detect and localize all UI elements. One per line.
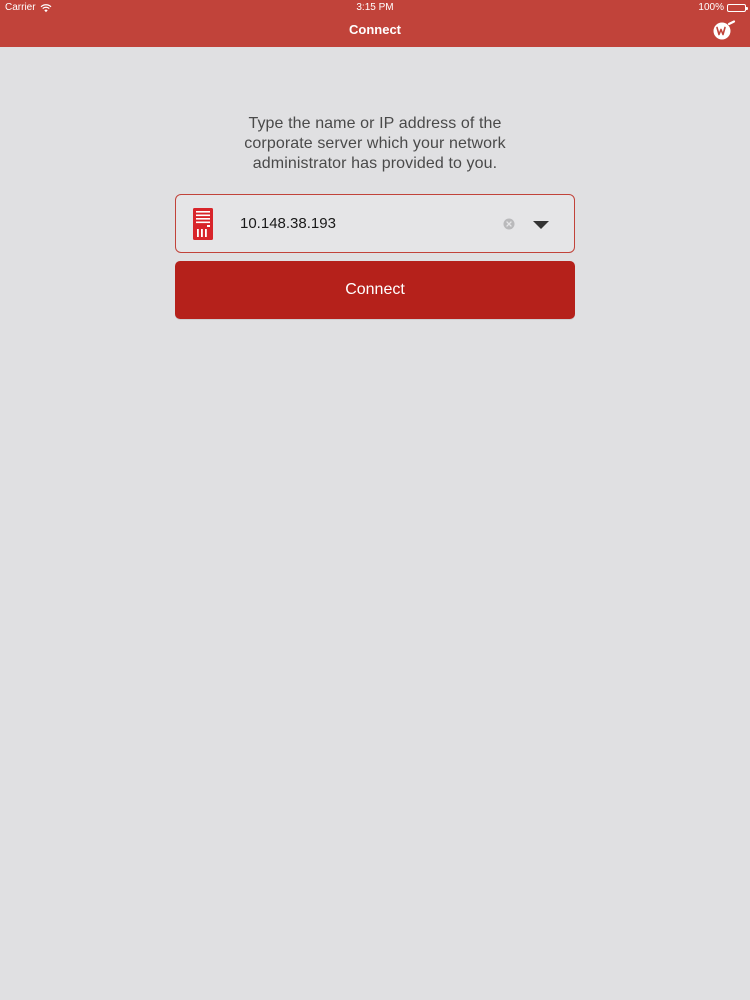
watchguard-logo-icon[interactable] <box>712 20 736 40</box>
nav-title: Connect <box>349 22 401 37</box>
battery-icon <box>727 4 748 12</box>
top-bar: Carrier 3:15 PM 100% Connect <box>0 0 750 47</box>
status-battery: 100% <box>698 2 748 14</box>
instruction-text: Type the name or IP address of the corpo… <box>244 115 506 172</box>
server-address-field[interactable] <box>175 194 575 253</box>
battery-label: 100% <box>698 2 724 13</box>
status-time: 3:15 PM <box>356 2 394 13</box>
server-address-input[interactable] <box>240 195 490 251</box>
connect-button[interactable]: Connect <box>175 261 575 319</box>
chevron-down-icon[interactable] <box>531 217 551 231</box>
clear-icon[interactable] <box>503 218 515 230</box>
server-icon <box>193 208 213 240</box>
